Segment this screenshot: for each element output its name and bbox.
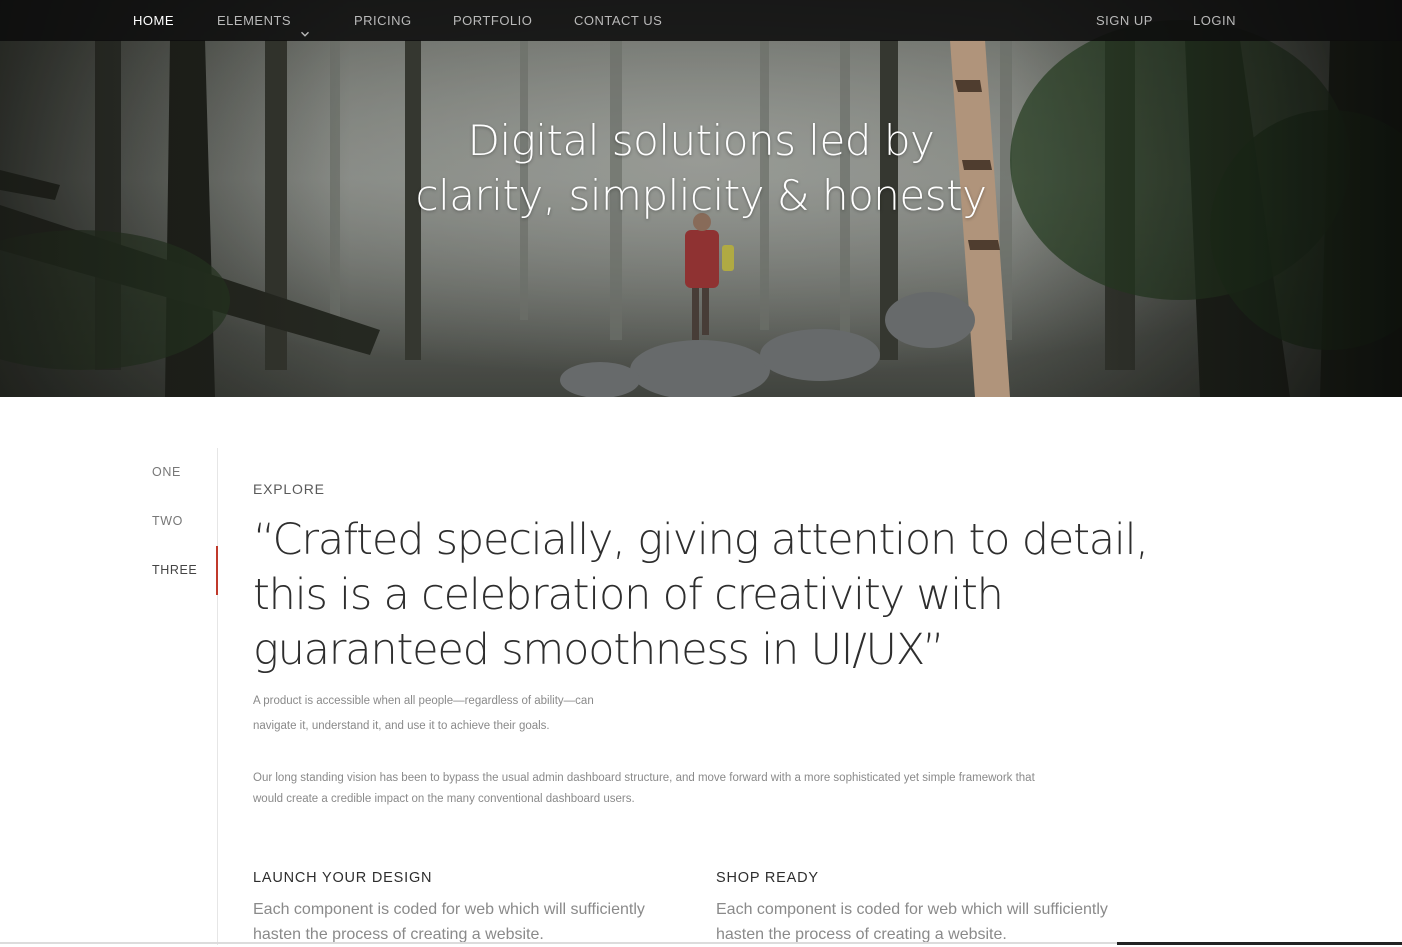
hero-headline-line-1: Digital solutions led by: [467, 116, 935, 165]
vision-paragraph-line-1: Our long standing vision has been to byp…: [253, 772, 1035, 784]
nav-elements[interactable]: ELEMENTS: [217, 0, 310, 41]
nav-contact-us[interactable]: CONTACT US: [574, 0, 662, 41]
vision-paragraph-line-2: would create a credible impact on the ma…: [253, 793, 635, 805]
accessibility-paragraph-line-2: navigate it, understand it, and use it t…: [253, 720, 550, 732]
hero-banner: Digital solutions led by clarity, simpli…: [0, 0, 1402, 397]
feature-description-line-1: Each component is coded for web which wi…: [253, 901, 645, 918]
feature-title: LAUNCH YOUR DESIGN: [253, 870, 433, 886]
accessibility-paragraph-line-1: A product is accessible when all people—…: [253, 695, 594, 707]
side-nav-item-one[interactable]: ONE: [152, 448, 218, 497]
nav-home[interactable]: HOME: [133, 0, 174, 41]
chevron-down-icon: [300, 14, 310, 37]
feature-launch-your-design: LAUNCH YOUR DESIGN Each component is cod…: [253, 868, 673, 947]
vision-paragraph: Our long standing vision has been to byp…: [253, 768, 1153, 810]
feature-title: SHOP READY: [716, 870, 819, 886]
feature-description-line-1: Each component is coded for web which wi…: [716, 901, 1108, 918]
nav-sign-up[interactable]: SIGN UP: [1096, 0, 1153, 41]
hero-headline-line-2: clarity, simplicity & honesty: [415, 171, 987, 220]
section-side-navigation: ONE TWO THREE: [0, 448, 218, 945]
top-navigation-bar: HOME ELEMENTS PRICING PORTFOLIO CONTACT …: [0, 0, 1402, 41]
nav-pricing[interactable]: PRICING: [354, 0, 412, 41]
feature-shop-ready: SHOP READY Each component is coded for w…: [716, 868, 1136, 947]
feature-description: Each component is coded for web which wi…: [253, 897, 673, 947]
quote-line-1: “Crafted specially, giving attention to …: [253, 515, 1149, 565]
section-eyebrow: EXPLORE: [253, 481, 325, 497]
nav-login[interactable]: LOGIN: [1193, 0, 1236, 41]
quote-line-2: this is a celebration of creativity with: [253, 570, 1004, 620]
hero-headline: Digital solutions led by clarity, simpli…: [0, 113, 1402, 223]
side-nav-item-two[interactable]: TWO: [152, 497, 218, 546]
nav-elements-label: ELEMENTS: [217, 13, 292, 28]
accessibility-paragraph: A product is accessible when all people—…: [253, 689, 673, 739]
quote-line-3: guaranteed smoothness in UI/UX”: [253, 625, 945, 675]
feature-description: Each component is coded for web which wi…: [716, 897, 1136, 947]
nav-portfolio[interactable]: PORTFOLIO: [453, 0, 532, 41]
feature-quote: “Crafted specially, giving attention to …: [253, 513, 1153, 678]
side-nav-item-three[interactable]: THREE: [152, 546, 218, 595]
